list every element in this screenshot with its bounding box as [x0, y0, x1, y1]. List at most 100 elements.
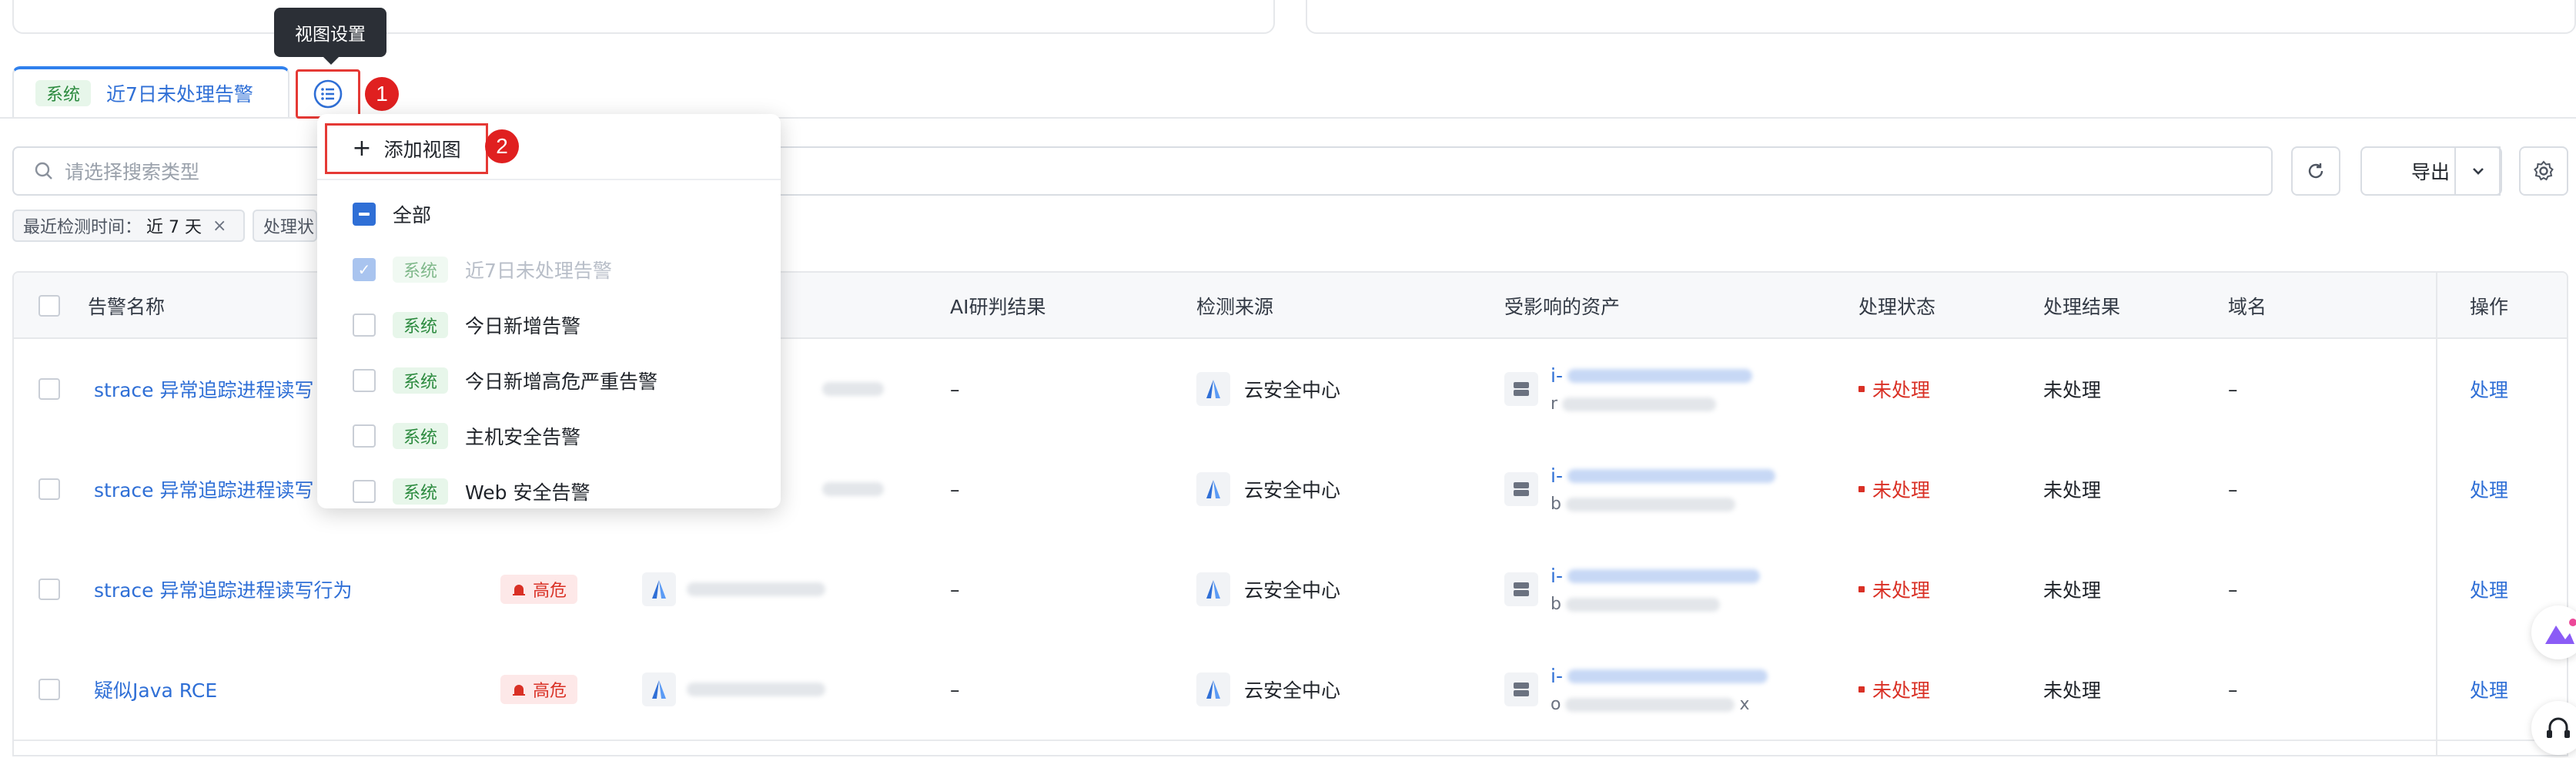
filter-chip-status[interactable]: 处理状 — [253, 210, 317, 242]
handle-result: 未处理 — [2043, 679, 2102, 702]
redacted-text — [1565, 697, 1735, 712]
cloud-security-logo-icon — [1196, 472, 1230, 506]
search-icon — [35, 162, 52, 179]
redacted-text — [1567, 368, 1752, 383]
ai-result: – — [950, 578, 960, 601]
annotation-marker-2: 2 — [485, 129, 519, 163]
alert-name-link[interactable]: strace 异常追踪进程读写 — [94, 339, 314, 439]
row-checkbox[interactable] — [38, 579, 60, 600]
view-option-7day-unhandled: ✓ 系统 近7日未处理告警 — [353, 247, 612, 293]
redacted-text — [822, 482, 884, 496]
summary-card-left — [12, 0, 1275, 34]
ai-assistant-icon — [2545, 619, 2576, 644]
view-settings-tooltip: 视图设置 — [274, 8, 386, 65]
status-badge: 未处理 — [1858, 639, 1930, 740]
redacted-text — [1565, 497, 1735, 511]
column-header-status[interactable]: 处理状态 — [1858, 273, 1935, 339]
filter-chip-label: 最近检测时间： — [23, 218, 142, 237]
detect-source: 云安全中心 — [1244, 679, 1341, 702]
server-icon — [1504, 472, 1538, 506]
asset-id-link[interactable]: i- — [1551, 364, 1563, 387]
system-tag: 系统 — [393, 423, 449, 449]
plus-icon: + — [352, 135, 372, 162]
refresh-icon — [2308, 163, 2323, 179]
annotation-marker-1: 1 — [365, 77, 399, 111]
cloud-security-logo-icon — [1196, 672, 1230, 706]
support-button[interactable] — [2531, 701, 2576, 755]
cloud-security-logo-icon — [642, 672, 676, 706]
handle-result: 未处理 — [2043, 579, 2102, 602]
select-all-checkbox[interactable] — [38, 295, 60, 317]
operation-column-divider — [2436, 273, 2567, 755]
asset-sub-text: b — [1551, 595, 1561, 614]
risk-level-text: 高危 — [533, 682, 567, 701]
domain: – — [2228, 678, 2238, 701]
filter-chip-detect-time[interactable]: 最近检测时间： 近 7 天 × — [12, 210, 245, 242]
alert-name-link[interactable]: strace 异常追踪进程读写 — [94, 439, 314, 539]
system-tag: 系统 — [35, 80, 92, 106]
checkbox[interactable] — [353, 369, 376, 392]
view-option-web-security[interactable]: 系统 Web 安全告警 — [353, 468, 590, 508]
column-header-asset[interactable]: 受影响的资产 — [1504, 273, 1620, 339]
export-options-button[interactable] — [2454, 146, 2502, 196]
column-header-result[interactable]: 处理结果 — [2043, 273, 2120, 339]
column-header-ai[interactable]: AI研判结果 — [950, 273, 1045, 339]
asset-id-link[interactable]: i- — [1551, 565, 1563, 587]
risk-level-badge: 高危 — [500, 575, 578, 604]
detect-source: 云安全中心 — [1244, 479, 1341, 501]
column-header-name[interactable]: 告警名称 — [88, 273, 165, 339]
view-option-host-security[interactable]: 系统 主机安全告警 — [353, 413, 580, 459]
column-header-domain[interactable]: 域名 — [2228, 273, 2267, 339]
ai-result: – — [950, 478, 960, 501]
filter-chip-label: 处理状 — [263, 218, 315, 237]
cloud-security-logo-icon — [1196, 572, 1230, 606]
ai-result: – — [950, 377, 960, 401]
search-placeholder: 请选择搜索类型 — [65, 161, 200, 183]
settings-button[interactable] — [2519, 146, 2568, 196]
redacted-text — [1562, 397, 1717, 411]
view-option-label: 今日新增告警 — [465, 315, 581, 337]
checkbox[interactable] — [353, 424, 376, 448]
status-badge: 未处理 — [1858, 339, 1930, 439]
asset-id-link[interactable]: i- — [1551, 465, 1563, 487]
redacted-text — [687, 582, 825, 596]
add-view-button[interactable]: + 添加视图 — [325, 123, 488, 174]
view-option-all[interactable]: 全部 — [353, 191, 431, 237]
asset-id-link[interactable]: i- — [1551, 665, 1563, 687]
refresh-button[interactable] — [2291, 146, 2340, 196]
column-header-source[interactable]: 检测来源 — [1196, 273, 1273, 339]
server-icon — [1504, 372, 1538, 406]
system-tag: 系统 — [393, 257, 449, 283]
status-badge: 未处理 — [1858, 539, 1930, 639]
view-option-label: Web 安全告警 — [465, 481, 590, 504]
row-checkbox[interactable] — [38, 378, 60, 400]
domain: – — [2228, 578, 2238, 601]
alert-name-link[interactable]: 疑似Java RCE — [94, 639, 217, 740]
table-row[interactable]: 疑似Java RCE 高危 – 云安全中心 i- ox 未处理 未处理 – 处理 — [14, 639, 2567, 741]
tab-view-7day-unhandled[interactable]: 系统 近7日未处理告警 — [12, 66, 289, 117]
close-icon[interactable]: × — [212, 216, 226, 236]
system-tag: 系统 — [393, 312, 449, 338]
handle-result: 未处理 — [2043, 479, 2102, 501]
checkbox[interactable] — [353, 314, 376, 337]
indeterminate-checkbox[interactable] — [353, 203, 376, 226]
summary-card-right — [1306, 0, 2576, 34]
table-row[interactable]: strace 异常追踪进程读写行为 高危 – 云安全中心 i- b 未处理 未处… — [14, 539, 2567, 641]
status-badge: 未处理 — [1858, 439, 1930, 539]
view-settings-button[interactable] — [296, 69, 360, 119]
view-option-today-high-risk[interactable]: 系统 今日新增高危严重告警 — [353, 357, 657, 404]
add-view-label: 添加视图 — [383, 139, 461, 161]
redacted-text — [1567, 669, 1768, 683]
tab-label: 近7日未处理告警 — [106, 83, 253, 106]
row-checkbox[interactable] — [38, 478, 60, 500]
row-checkbox[interactable] — [38, 679, 60, 700]
checkbox[interactable] — [353, 480, 376, 503]
ai-assistant-button[interactable] — [2531, 605, 2576, 659]
cloud-security-logo-icon — [642, 572, 676, 606]
redacted-text — [822, 382, 884, 396]
cloud-security-logo-icon — [1196, 372, 1230, 406]
redacted-text — [1567, 468, 1775, 483]
chevron-down-icon — [2473, 168, 2484, 175]
view-option-today-new[interactable]: 系统 今日新增告警 — [353, 302, 580, 348]
alert-name-link[interactable]: strace 异常追踪进程读写行为 — [94, 539, 353, 639]
